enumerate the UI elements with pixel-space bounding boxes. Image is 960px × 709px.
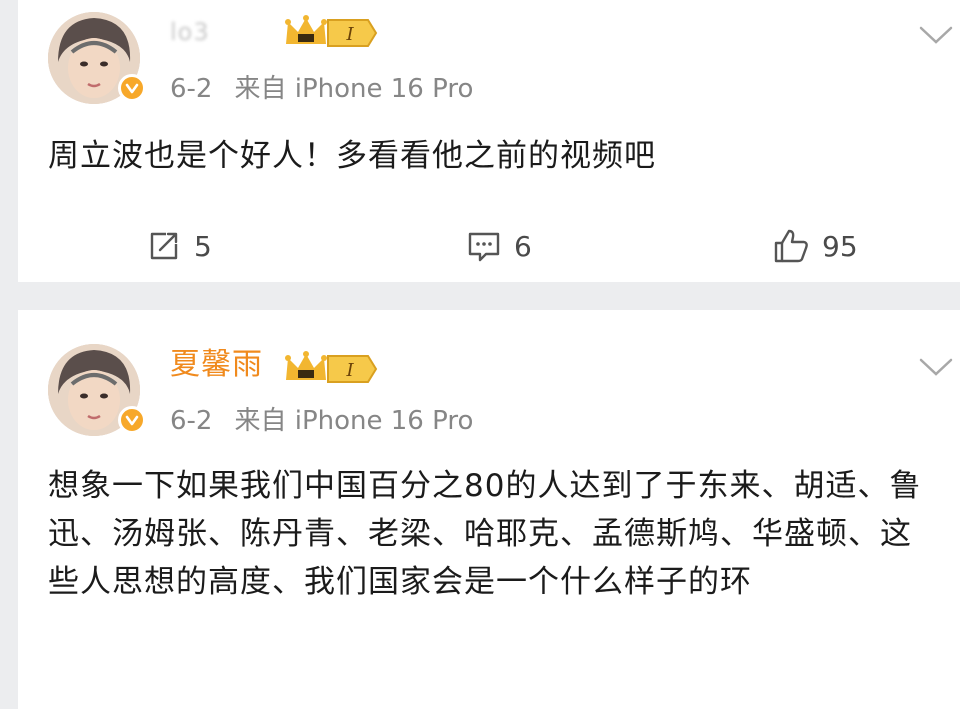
repost-button[interactable]: 5 <box>146 222 212 270</box>
like-icon <box>774 229 808 263</box>
post-content: 周立波也是个好人！多看看他之前的视频吧 <box>48 138 656 174</box>
chevron-down-icon[interactable] <box>918 356 954 378</box>
avatar[interactable] <box>48 12 146 104</box>
username[interactable]: lo3 <box>170 12 210 52</box>
crown-level-badge-icon[interactable]: I <box>284 14 378 52</box>
post-source[interactable]: 来自 iPhone 16 Pro <box>234 74 473 104</box>
comment-count: 6 <box>514 229 532 263</box>
post-date: 6-2 <box>170 406 213 436</box>
avatar[interactable] <box>48 344 146 436</box>
verified-badge-icon <box>118 74 146 102</box>
crown-level-badge-icon[interactable]: I <box>284 350 378 388</box>
post-card: lo3 I 6-2 来自 iPhone 16 Pro 周立波也是个好人！多看看他之… <box>18 0 960 282</box>
comment-button[interactable]: 6 <box>466 222 532 270</box>
verified-badge-icon <box>118 406 146 434</box>
like-button[interactable]: 95 <box>772 222 858 270</box>
comment-icon <box>468 232 500 262</box>
level-label: I <box>345 24 354 45</box>
chevron-down-icon[interactable] <box>918 24 954 46</box>
post-meta: 6-2 来自 iPhone 16 Pro <box>170 72 473 106</box>
post-content: 想象一下如果我们中国百分之80的人达到了于东来、胡适、鲁迅、汤姆张、陈丹青、老梁… <box>48 468 922 600</box>
level-label: I <box>345 360 354 381</box>
post-card: 夏馨雨 I 6-2 来自 iPhone 16 Pro 想象一下如果我们中国百分之8… <box>18 310 960 709</box>
post-meta: 6-2 来自 iPhone 16 Pro <box>170 404 473 438</box>
action-bar: 5 6 95 <box>18 222 960 270</box>
username[interactable]: 夏馨雨 <box>170 345 263 385</box>
repost-icon <box>150 232 178 260</box>
repost-count: 5 <box>194 229 212 263</box>
like-count: 95 <box>822 229 858 263</box>
post-source[interactable]: 来自 iPhone 16 Pro <box>234 406 473 436</box>
post-date: 6-2 <box>170 74 213 104</box>
